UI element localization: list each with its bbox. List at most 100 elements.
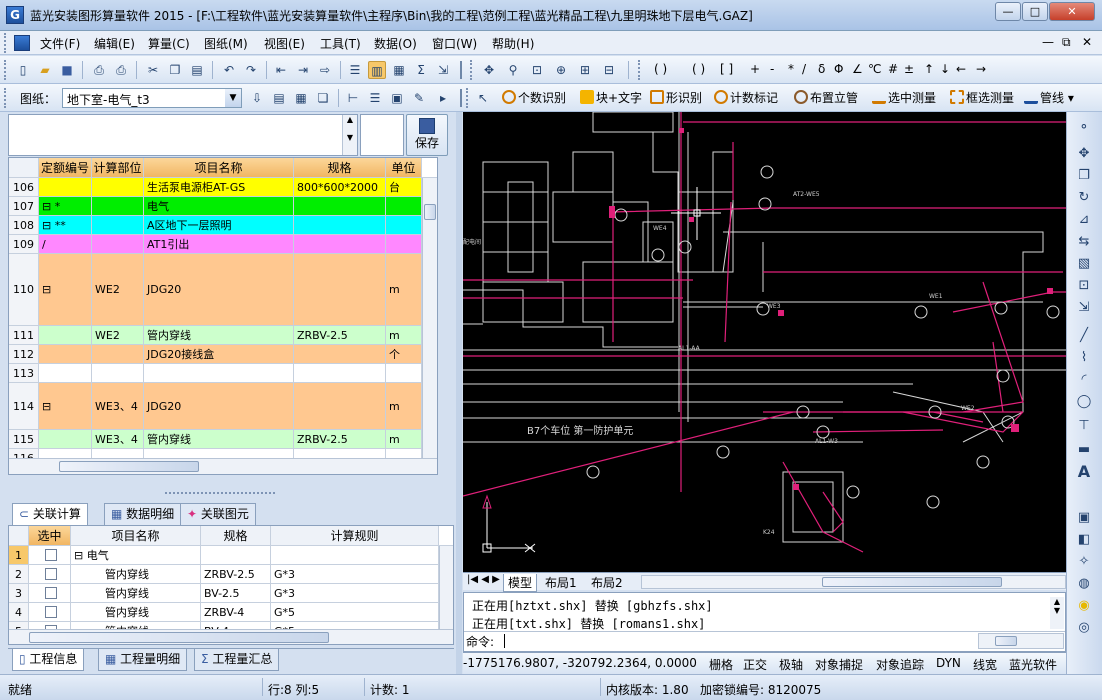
part-cell[interactable] [92,364,144,382]
symbol-celsius[interactable]: ℃ [868,62,881,76]
code-cell[interactable]: ⊟ [39,254,92,325]
formula-input[interactable] [8,114,358,156]
arrow-left-icon[interactable]: ← [956,62,966,76]
symbol-minus[interactable]: - [770,62,774,76]
splitter[interactable] [165,492,275,498]
table-row[interactable]: 106 生活泵电源柜AT-GS 800*600*2000 台 [9,178,437,197]
command-hscroll[interactable] [978,633,1064,649]
print-preview-icon[interactable]: ⎙ [90,61,108,79]
unit-input[interactable] [360,114,404,156]
open-folder-icon[interactable]: ▰ [36,61,54,79]
name-cell[interactable]: AT1引出 [144,235,294,253]
rule-cell[interactable]: G*5 [271,603,439,621]
symbol-delta[interactable]: δ [818,62,825,76]
mode-osnap[interactable]: 对象捕捉 [815,656,863,673]
code-cell[interactable] [39,364,92,382]
select-measure-button[interactable]: 选中测量 [872,89,936,107]
canvas-hscroll[interactable] [641,575,1066,589]
zoom-previous-icon[interactable]: ⊟ [600,61,618,79]
move-row-icon[interactable]: ⇨ [316,61,334,79]
row-number-cell[interactable]: 108 [9,216,39,234]
symbol-hash[interactable]: # [888,62,898,76]
toolbar-grip[interactable] [4,60,7,80]
checkbox[interactable] [45,587,57,599]
count-recognize-button[interactable]: 个数识别 [502,89,566,107]
calculator-icon[interactable]: ▦ [390,61,408,79]
circle-icon[interactable]: ◯ [1074,392,1094,412]
spec-cell[interactable]: BV-2.5 [201,584,271,602]
row-number-cell[interactable]: 109 [9,235,39,253]
line-icon[interactable]: ╱ [1074,326,1094,346]
code-cell[interactable]: ⊟ * [39,197,92,215]
select-checkbox[interactable] [29,546,71,564]
menu-calculate[interactable]: 算量(C) [148,35,190,52]
row-number-cell[interactable]: 1 [9,546,29,564]
scroll-thumb[interactable] [424,204,436,220]
tab-project-info[interactable]: ▯ 工程信息 [12,649,85,671]
name-cell[interactable]: 管内穿线 [144,326,294,344]
row-number-cell[interactable]: 115 [9,430,39,448]
item-name-cell[interactable]: 管内穿线 [71,603,201,621]
group-icon[interactable]: ◎ [1074,618,1094,638]
drawing-list-icon[interactable]: ▤ [270,89,288,107]
select-checkbox[interactable] [29,603,71,621]
tab-layout-2[interactable]: 布局2 [591,574,623,591]
command-window[interactable]: 正在用[hztxt.shx] 替换 [gbhzfs.shx] 正在用[txt.s… [463,592,1066,652]
stretch-icon[interactable]: ⇲ [1074,298,1094,318]
dimension-icon[interactable]: ⊤ [1074,416,1094,436]
mode-polar[interactable]: 极轴 [779,656,803,673]
symbol-brackets[interactable]: [ ] [720,62,733,76]
text-icon[interactable]: A [1074,462,1094,482]
tab-related-calc[interactable]: ⊂ 关联计算 [12,503,88,525]
unit-cell[interactable]: m [386,383,422,429]
table-row[interactable]: 110 ⊟ WE2 JDG20 m [9,254,437,326]
unit-cell[interactable]: 个 [386,345,422,363]
redo-icon[interactable]: ↷ [242,61,260,79]
layer-state-icon[interactable]: ◍ [1074,574,1094,594]
more-icon[interactable]: ▸ [434,89,452,107]
row-number-cell[interactable]: 2 [9,565,29,583]
checkbox[interactable] [45,606,57,618]
row-number-cell[interactable]: 112 [9,345,39,363]
header-name[interactable]: 项目名称 [144,158,294,177]
name-cell[interactable]: 生活泵电源柜AT-GS [144,178,294,196]
part-cell[interactable]: WE3、4 [92,383,144,429]
symbol-parentheses[interactable]: ( ) [654,62,667,76]
block-icon[interactable]: ◧ [1074,530,1094,550]
part-cell[interactable] [92,235,144,253]
row-number-cell[interactable]: 114 [9,383,39,429]
scroll-thumb[interactable] [822,577,1002,587]
table-row[interactable]: 109/ AT1引出 [9,235,437,254]
move-icon[interactable]: ✥ [1074,144,1094,164]
block-text-button[interactable]: 块+文字 [580,89,642,107]
table-row[interactable]: 112 JDG20接线盒 个 [9,345,437,364]
unit-cell[interactable]: m [386,254,422,325]
symbol-divide[interactable]: / [802,62,806,76]
load-drawing-icon[interactable]: ⇩ [248,89,266,107]
list-item[interactable]: 3 管内穿线 BV-2.5 G*3 [9,584,439,603]
mode-lineweight[interactable]: 线宽 [973,656,997,673]
mode-dyn[interactable]: DYN [936,656,961,670]
row-number-cell[interactable]: 3 [9,584,29,602]
print-icon[interactable]: ⎙ [112,61,130,79]
zoom-icon[interactable]: ⚲ [504,61,522,79]
unit-cell[interactable] [386,364,422,382]
toolbar-grip[interactable] [4,33,7,53]
spec-cell[interactable]: ZRBV-2.5 [294,430,386,448]
row-number-cell[interactable]: 107 [9,197,39,215]
header-code[interactable]: 定额编号 [39,158,92,177]
box-measure-button[interactable]: 框选测量 [950,89,1014,107]
paste-icon[interactable]: ▤ [188,61,206,79]
mode-brand[interactable]: 蓝光软件 [1009,656,1057,673]
mirror-icon[interactable]: ⊿ [1074,210,1094,230]
align-icon[interactable]: ☰ [366,89,384,107]
arrow-up-icon[interactable]: ↑ [924,62,934,76]
toolbar-grip[interactable] [470,60,473,80]
unit-cell[interactable]: m [386,326,422,344]
array-icon[interactable]: ▧ [1074,254,1094,274]
cad-canvas[interactable]: AT2-WE5 WE4 AL1-AA WE3 WE2 WE1 AL1-W3 K24 配电间 … [463,112,1066,572]
pipeline-button[interactable]: 管线 ▾ [1024,89,1074,107]
part-cell[interactable]: WE2 [92,254,144,325]
arrow-down-icon[interactable]: ↓ [940,62,950,76]
shape-recognize-button[interactable]: 形识别 [650,89,702,107]
